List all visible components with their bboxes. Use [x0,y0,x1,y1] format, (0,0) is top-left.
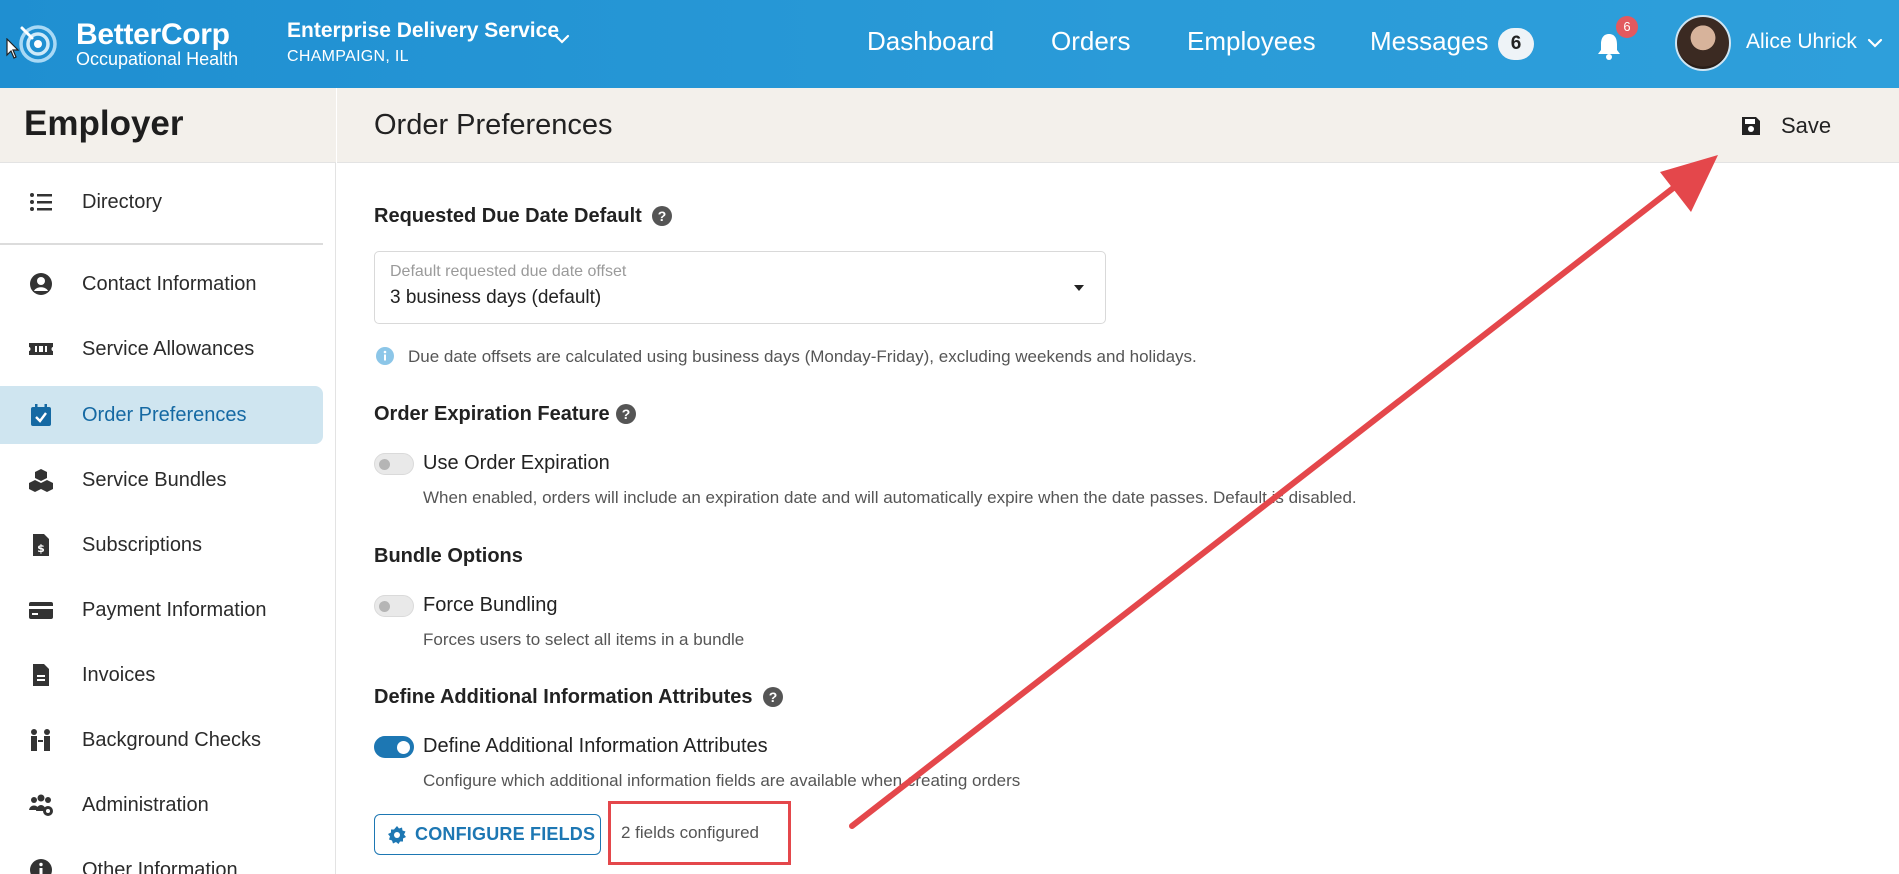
brand-name[interactable]: BetterCorp [76,18,230,52]
sidebar-item-label: Directory [82,190,163,213]
toggle-knob [397,741,410,754]
annotation-highlight-box [608,801,791,865]
nav-orders[interactable]: Orders [1051,26,1130,57]
sidebar-item-background-checks[interactable]: Background Checks [0,711,323,769]
attributes-section-title: Define Additional Information Attributes [374,686,753,708]
user-circle-icon [30,273,52,295]
sidebar-header: Employer [0,88,336,163]
additional-attributes-toggle[interactable] [374,736,414,758]
order-expiration-description: When enabled, orders will include an exp… [423,488,1357,507]
users-gear-icon [29,794,53,816]
sidebar-item-contact-information[interactable]: Contact Information [0,255,323,313]
sidebar-item-label: Administration [82,793,209,816]
sidebar-item-label: Invoices [82,663,156,686]
sidebar-item-other-information[interactable]: Other Information [0,841,323,874]
sidebar-item-administration[interactable]: Administration [0,776,323,834]
nav-dashboard[interactable]: Dashboard [867,26,994,57]
caret-down-icon [1074,285,1084,291]
file-icon [33,664,49,686]
svg-text:$: $ [37,542,45,555]
save-button[interactable]: Save [1736,106,1856,146]
sidebar-item-service-allowances[interactable]: Service Allowances [0,320,323,378]
page-header: Order Preferences Save [337,88,1899,163]
force-bundling-label: Force Bundling [423,594,558,616]
force-bundling-toggle[interactable] [374,595,414,617]
top-navigation-bar: BetterCorp Occupational Health Enterpris… [0,0,1899,88]
select-floating-label: Default requested due date offset [390,263,627,280]
expiration-section-title: Order Expiration Feature [374,403,610,425]
additional-attributes-description: Configure which additional information f… [423,771,1021,790]
due-date-offset-select[interactable]: Default requested due date offset 3 busi… [374,251,1106,324]
credit-card-icon [29,602,53,619]
nav-employees[interactable]: Employees [1187,26,1316,57]
cubes-icon [29,469,53,492]
sidebar-divider [0,243,323,245]
sidebar-item-invoices[interactable]: Invoices [0,646,323,704]
sidebar-item-order-preferences[interactable]: Order Preferences [0,386,323,444]
organization-location: CHAMPAIGN, IL [287,48,409,65]
due-date-info-text: Due date offsets are calculated using bu… [408,347,1197,366]
sidebar-item-subscriptions[interactable]: $ Subscriptions [0,516,323,574]
sidebar-item-label: Service Allowances [82,337,255,360]
chevron-down-icon[interactable] [553,32,571,46]
sidebar-item-label: Background Checks [82,728,261,751]
force-bundling-description: Forces users to select all items in a bu… [423,630,745,649]
notifications-count-badge[interactable]: 6 [1616,16,1638,38]
calendar-check-icon [31,404,51,426]
sidebar-item-directory[interactable]: Directory [0,173,323,231]
additional-attributes-label: Define Additional Information Attributes [423,735,768,757]
nav-messages[interactable]: Messages [1370,26,1489,57]
due-date-section-title: Requested Due Date Default [374,205,642,227]
configure-fields-label: CONFIGURE FIELDS [415,824,596,844]
select-value: 3 business days (default) [390,287,602,308]
sidebar-item-label: Payment Information [82,598,267,621]
configure-fields-button[interactable]: CONFIGURE FIELDS [374,814,601,855]
order-expiration-label: Use Order Expiration [423,452,610,474]
bettercorp-logo-icon[interactable] [12,14,58,74]
page-title: Order Preferences [374,109,613,141]
sidebar-item-label: Subscriptions [82,533,203,556]
sidebar-item-label: Contact Information [82,272,257,295]
invoice-dollar-icon: $ [33,534,49,556]
bundle-section-title: Bundle Options [374,545,523,567]
info-circle-icon [30,859,52,874]
messages-count-badge[interactable]: 6 [1498,28,1534,60]
gear-icon [388,825,406,844]
sidebar-item-label: Service Bundles [82,468,227,491]
sidebar-item-label: Other Information [82,858,238,874]
avatar[interactable] [1675,15,1731,71]
sidebar-item-payment-information[interactable]: Payment Information [0,581,323,639]
help-icon[interactable]: ? [763,687,783,707]
help-icon[interactable]: ? [652,206,672,226]
toggle-knob [379,459,390,470]
order-expiration-toggle[interactable] [374,453,414,475]
save-label: Save [1781,113,1832,138]
list-icon [30,193,52,211]
ticket-icon [29,343,53,355]
toggle-knob [379,601,390,612]
people-arrows-icon [31,729,50,751]
user-name[interactable]: Alice Uhrick [1746,30,1857,54]
organization-name[interactable]: Enterprise Delivery Service [287,19,559,43]
sidebar-item-label: Order Preferences [82,403,247,426]
sidebar-item-service-bundles[interactable]: Service Bundles [0,451,323,509]
brand-subtitle: Occupational Health [76,49,239,69]
help-icon[interactable]: ? [616,404,636,424]
floppy-disk-icon [1742,117,1760,135]
sidebar-title: Employer [24,104,184,143]
info-icon [376,347,394,365]
chevron-down-icon[interactable] [1866,36,1884,50]
sidebar: Employer Directory Contact Information S… [0,88,336,874]
